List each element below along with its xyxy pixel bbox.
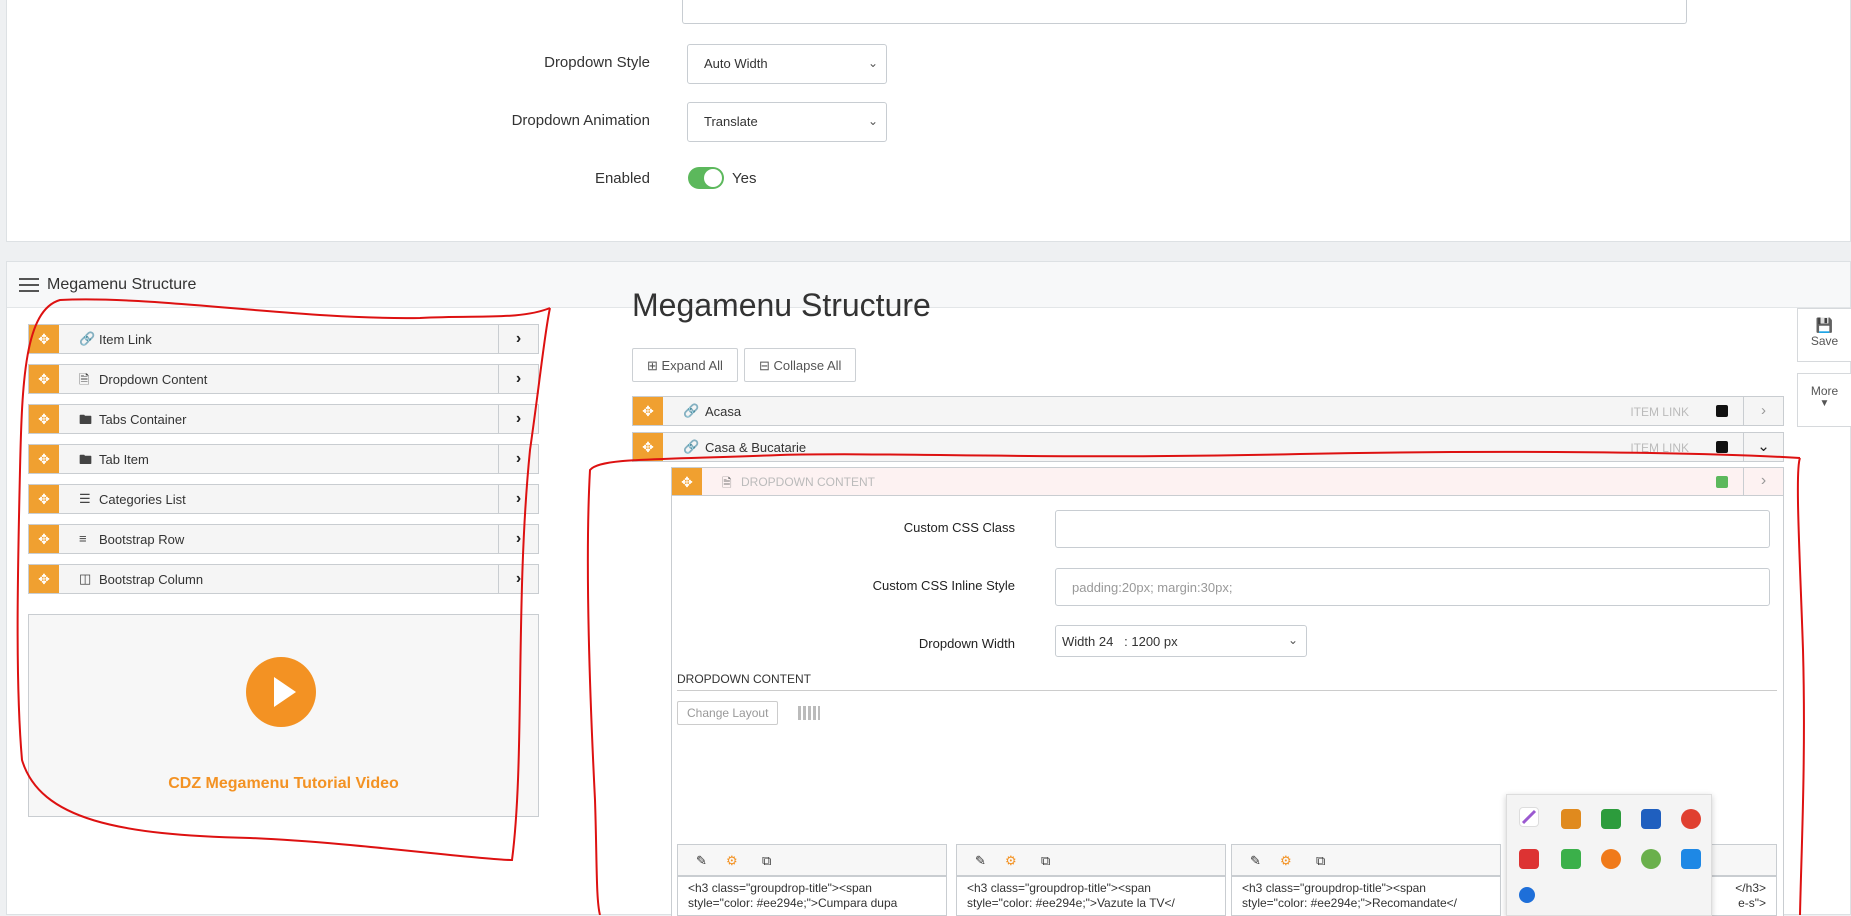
annotation-overlay: [16, 298, 1805, 915]
annotation-circle-left: [16, 298, 551, 862]
annotation-circle-right: [586, 450, 1805, 915]
